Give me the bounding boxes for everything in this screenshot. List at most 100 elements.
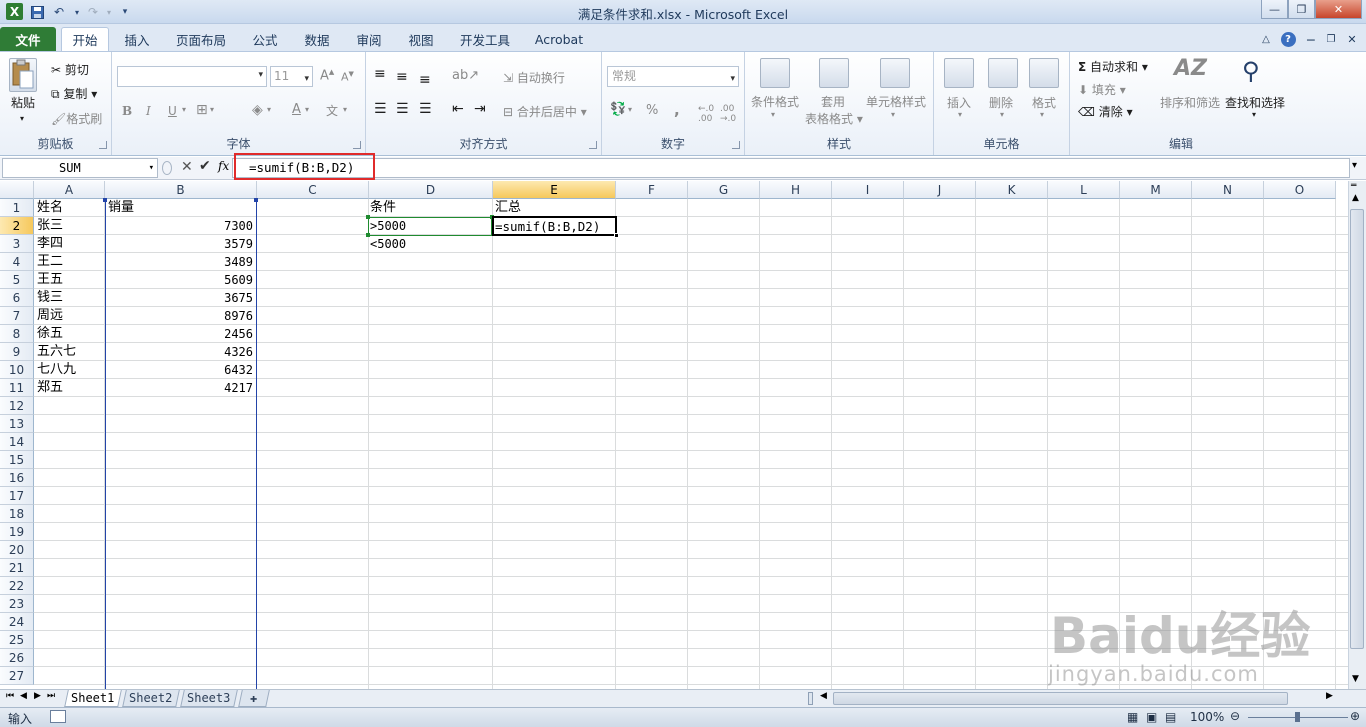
wrap-text-button[interactable]: ⇲ 自动换行 [503,69,565,86]
tab-data[interactable]: 数据 [296,27,338,51]
row-header-10[interactable]: 10 [0,361,34,379]
row-header-1[interactable]: 1 [0,199,34,217]
doc-close-icon[interactable]: ✕ [1344,27,1360,51]
row-header-4[interactable]: 4 [0,253,34,271]
column-header-I[interactable]: I [832,181,904,199]
shrink-font-icon[interactable]: A▼ [341,70,354,84]
column-header-H[interactable]: H [760,181,832,199]
tab-split-handle[interactable] [808,692,813,705]
column-header-D[interactable]: D [369,181,493,199]
minimize-button[interactable]: — [1261,0,1288,19]
column-header-O[interactable]: O [1264,181,1336,199]
column-header-B[interactable]: B [105,181,257,199]
conditional-format-label[interactable]: 条件格式 [751,93,799,110]
tab-developer[interactable]: 开发工具 [452,27,518,51]
column-header-F[interactable]: F [616,181,688,199]
cell-A5[interactable]: 王五 [37,271,103,289]
range-handle[interactable] [103,198,107,202]
last-sheet-icon[interactable]: ⏭ [47,691,55,701]
doc-minimize-icon[interactable]: − [1303,27,1319,51]
row-header-19[interactable]: 19 [0,523,34,541]
cell-B9[interactable]: 4326 [108,343,255,361]
cell-A6[interactable]: 钱三 [37,289,103,307]
column-header-L[interactable]: L [1048,181,1120,199]
paste-dropdown-icon[interactable]: ▾ [20,114,24,123]
font-color-dropdown-icon[interactable]: ▾ [305,105,309,114]
range-handle[interactable] [254,198,258,202]
zoom-slider-thumb[interactable] [1295,712,1300,722]
cell-D3[interactable]: <5000 [370,235,490,253]
zoom-in-icon[interactable]: ⊕ [1350,709,1360,723]
column-header-C[interactable]: C [257,181,369,199]
cell-E2[interactable]: =sumif(B:B,D2) [495,218,615,236]
increase-indent-icon[interactable]: ⇥ [474,101,486,117]
split-box-icon[interactable]: ═ [1351,181,1356,191]
cell-A8[interactable]: 徐五 [37,325,103,343]
row-header-22[interactable]: 22 [0,577,34,595]
cell-B7[interactable]: 8976 [108,307,255,325]
row-header-6[interactable]: 6 [0,289,34,307]
row-header-12[interactable]: 12 [0,397,34,415]
cell-B4[interactable]: 3489 [108,253,255,271]
cell-styles-dropdown-icon[interactable]: ▾ [891,110,895,119]
font-launcher-icon[interactable] [353,141,361,149]
cell-B6[interactable]: 3675 [108,289,255,307]
zoom-level[interactable]: 100% [1190,710,1224,724]
find-select-label[interactable]: 查找和选择 [1225,94,1285,111]
tab-review[interactable]: 审阅 [348,27,390,51]
phonetic-icon[interactable]: 文 [326,102,338,119]
cell-B8[interactable]: 2456 [108,325,255,343]
row-header-8[interactable]: 8 [0,325,34,343]
fill-color-dropdown-icon[interactable]: ▾ [267,105,271,114]
cell-E1[interactable]: 汇总 [495,199,615,217]
column-header-E[interactable]: E [493,181,616,199]
sheet-tab-3[interactable]: Sheet3 [180,690,238,707]
percent-button[interactable]: % [646,103,658,118]
copy-button[interactable]: ⧉ 复制 ▾ [51,85,97,102]
resize-handle-icon[interactable] [162,161,172,175]
row-header-21[interactable]: 21 [0,559,34,577]
cell-A2[interactable]: 张三 [37,217,103,235]
horizontal-scroll-thumb[interactable] [833,692,1288,705]
delete-cells-label[interactable]: 删除 [989,94,1013,111]
currency-dropdown-icon[interactable]: ▾ [628,105,632,114]
first-sheet-icon[interactable]: ⏮ [6,691,14,701]
fill-button[interactable]: ⬇ 填充 ▾ [1078,81,1126,98]
row-header-27[interactable]: 27 [0,667,34,685]
fill-color-icon[interactable]: ◈ [252,102,263,118]
merge-center-button[interactable]: ⊟ 合并后居中 ▾ [503,103,587,120]
align-top-icon[interactable]: ≡ [374,66,386,82]
cell-A11[interactable]: 郑五 [37,379,103,397]
row-header-11[interactable]: 11 [0,379,34,397]
scroll-down-icon[interactable]: ▼ [1352,674,1359,684]
number-launcher-icon[interactable] [732,141,740,149]
sheet-tab-2[interactable]: Sheet2 [122,690,180,707]
doc-restore-icon[interactable]: ❐ [1323,27,1339,51]
tab-acrobat[interactable]: Acrobat [528,27,590,51]
format-dropdown-icon[interactable]: ▾ [1040,110,1044,119]
align-center-icon[interactable]: ☰ [396,101,409,117]
formula-input[interactable] [232,158,1350,178]
cell-B3[interactable]: 3579 [108,235,255,253]
cell-A7[interactable]: 周远 [37,307,103,325]
next-sheet-icon[interactable]: ▶ [34,691,41,701]
underline-button[interactable]: U [168,104,177,118]
phonetic-dropdown-icon[interactable]: ▾ [343,105,347,114]
font-name-combo[interactable]: ▾ [117,66,267,87]
scroll-right-icon[interactable]: ▶ [1326,691,1333,701]
binoculars-icon[interactable]: ⚲ [1242,57,1260,85]
tab-view[interactable]: 视图 [400,27,442,51]
expand-formula-bar-icon[interactable]: ▾ [1352,160,1357,171]
insert-dropdown-icon[interactable]: ▾ [958,110,962,119]
format-cells-icon[interactable] [1029,58,1059,88]
decrease-decimal-icon[interactable]: .00 →.0 [720,104,736,124]
row-header-13[interactable]: 13 [0,415,34,433]
table-format-label-1[interactable]: 套用 [821,93,845,110]
tab-formulas[interactable]: 公式 [244,27,286,51]
orientation-icon[interactable]: ab↗ [452,68,479,83]
column-header-M[interactable]: M [1120,181,1192,199]
cut-button[interactable]: ✂ 剪切 [51,61,89,78]
cell-A9[interactable]: 五六七 [37,343,103,361]
tab-page-layout[interactable]: 页面布局 [168,27,234,51]
delete-dropdown-icon[interactable]: ▾ [1000,110,1004,119]
